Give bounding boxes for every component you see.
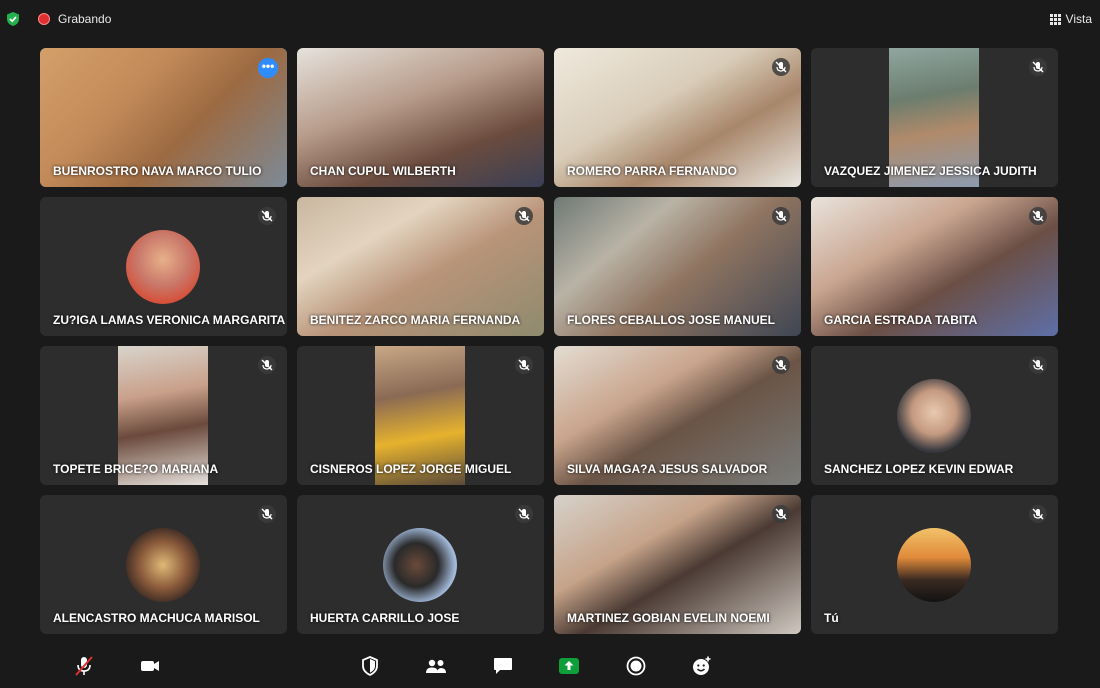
- participant-name: MARTINEZ GOBIAN EVELIN NOEMI: [567, 611, 770, 625]
- participant-name: ALENCASTRO MACHUCA MARISOL: [53, 611, 260, 625]
- top-bar: Grabando Vista: [0, 0, 1100, 38]
- chat-bubble-icon[interactable]: [491, 654, 515, 678]
- gallery-view: ••• BUENROSTRO NAVA MARCO TULIO CHAN CUP…: [0, 38, 1100, 644]
- muted-mic-icon: [258, 505, 276, 523]
- participant-avatar: [897, 528, 971, 602]
- participant-name: BUENROSTRO NAVA MARCO TULIO: [53, 164, 262, 178]
- participant-name: GARCIA ESTRADA TABITA: [824, 313, 978, 327]
- view-label: Vista: [1065, 12, 1092, 26]
- participant-name: CISNEROS LOPEZ JORGE MIGUEL: [310, 462, 512, 476]
- muted-mic-icon: [1029, 356, 1047, 374]
- participant-name: VAZQUEZ JIMENEZ JESSICA JUDITH: [824, 164, 1037, 178]
- recording-label: Grabando: [58, 12, 112, 26]
- participant-tile[interactable]: VAZQUEZ JIMENEZ JESSICA JUDITH: [811, 48, 1058, 187]
- muted-mic-icon: [772, 505, 790, 523]
- participant-avatar: [126, 528, 200, 602]
- share-screen-icon[interactable]: [557, 654, 581, 678]
- participant-tile[interactable]: HUERTA CARRILLO JOSE: [297, 495, 544, 634]
- participant-tile[interactable]: SILVA MAGA?A JESUS SALVADOR: [554, 346, 801, 485]
- participant-name: ROMERO PARRA FERNANDO: [567, 164, 737, 178]
- meeting-toolbar: [0, 644, 1100, 688]
- muted-mic-icon: [1029, 207, 1047, 225]
- participant-tile[interactable]: ROMERO PARRA FERNANDO: [554, 48, 801, 187]
- participant-tile[interactable]: BENITEZ ZARCO MARIA FERNANDA: [297, 197, 544, 336]
- muted-mic-icon: [515, 356, 533, 374]
- mic-muted-icon[interactable]: [72, 654, 96, 678]
- participant-name: BENITEZ ZARCO MARIA FERNANDA: [310, 313, 521, 327]
- participant-tile[interactable]: GARCIA ESTRADA TABITA: [811, 197, 1058, 336]
- participant-tile[interactable]: CHAN CUPUL WILBERTH: [297, 48, 544, 187]
- muted-mic-icon: [772, 207, 790, 225]
- participant-name: SANCHEZ LOPEZ KEVIN EDWAR: [824, 462, 1014, 476]
- muted-mic-icon: [515, 207, 533, 225]
- muted-mic-icon: [1029, 505, 1047, 523]
- participant-tile[interactable]: SANCHEZ LOPEZ KEVIN EDWAR: [811, 346, 1058, 485]
- video-camera-icon[interactable]: [138, 654, 162, 678]
- participant-avatar: [383, 528, 457, 602]
- muted-mic-icon: [515, 505, 533, 523]
- participant-tile[interactable]: ALENCASTRO MACHUCA MARISOL: [40, 495, 287, 634]
- participant-name: SILVA MAGA?A JESUS SALVADOR: [567, 462, 768, 476]
- shield-check-icon[interactable]: [5, 11, 21, 27]
- reactions-icon[interactable]: [690, 654, 714, 678]
- muted-mic-icon: [772, 58, 790, 76]
- participant-name: CHAN CUPUL WILBERTH: [310, 164, 456, 178]
- participant-tile[interactable]: FLORES CEBALLOS JOSE MANUEL: [554, 197, 801, 336]
- muted-mic-icon: [258, 207, 276, 225]
- muted-mic-icon: [1029, 58, 1047, 76]
- participant-tile[interactable]: ••• BUENROSTRO NAVA MARCO TULIO: [40, 48, 287, 187]
- participant-name: HUERTA CARRILLO JOSE: [310, 611, 460, 625]
- security-shield-icon[interactable]: [358, 654, 382, 678]
- view-button[interactable]: Vista: [1049, 12, 1092, 26]
- participant-avatar: [126, 230, 200, 304]
- participant-name: TOPETE BRICE?O MARIANA: [53, 462, 219, 476]
- participant-avatar: [897, 379, 971, 453]
- muted-mic-icon: [258, 356, 276, 374]
- recording-icon: [38, 13, 50, 25]
- record-icon[interactable]: [624, 654, 648, 678]
- muted-mic-icon: [772, 356, 790, 374]
- participant-tile[interactable]: CISNEROS LOPEZ JORGE MIGUEL: [297, 346, 544, 485]
- participant-name: FLORES CEBALLOS JOSE MANUEL: [567, 313, 776, 327]
- grid-view-icon: [1049, 13, 1061, 25]
- participant-tile[interactable]: ZU?IGA LAMAS VERONICA MARGARITA: [40, 197, 287, 336]
- participant-tile[interactable]: MARTINEZ GOBIAN EVELIN NOEMI: [554, 495, 801, 634]
- participant-name: Tú: [824, 611, 839, 625]
- participant-tile[interactable]: Tú: [811, 495, 1058, 634]
- participant-tile[interactable]: TOPETE BRICE?O MARIANA: [40, 346, 287, 485]
- participant-name: ZU?IGA LAMAS VERONICA MARGARITA: [53, 313, 286, 327]
- participants-icon[interactable]: [424, 654, 448, 678]
- more-options-button[interactable]: •••: [258, 58, 278, 78]
